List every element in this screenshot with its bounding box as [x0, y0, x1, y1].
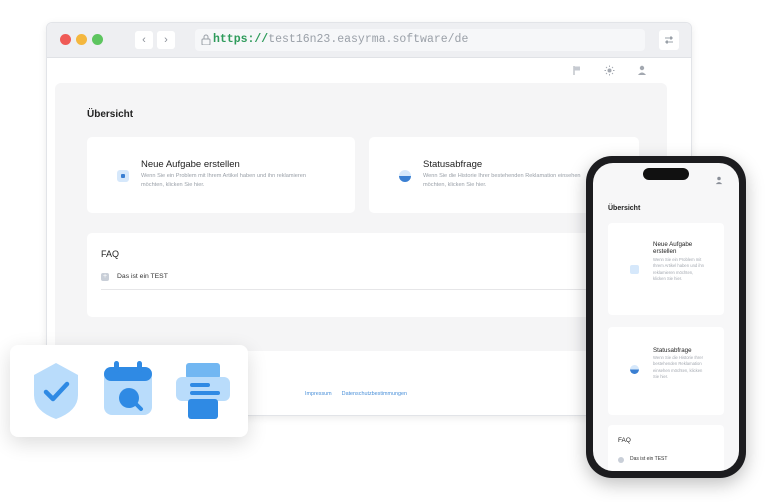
- card-description: Wenn Sie ein Problem mit Ihrem Artikel h…: [141, 173, 306, 188]
- phone-card-title: Neue Aufgabe erstellen: [653, 241, 693, 255]
- datenschutz-link[interactable]: Datenschutzbestimmungen: [342, 391, 407, 397]
- main-content: Übersicht Neue Aufgabe erstellen Wenn Si…: [55, 83, 667, 351]
- maximize-window-dot[interactable]: [92, 34, 103, 45]
- new-task-card[interactable]: Neue Aufgabe erstellen Wenn Sie ein Prob…: [87, 137, 355, 213]
- faq-divider: [101, 289, 601, 290]
- url-protocol: https://: [213, 33, 269, 46]
- expand-plus-icon[interactable]: [618, 457, 624, 463]
- expand-plus-icon[interactable]: +: [101, 273, 109, 281]
- phone-card-description: Wenn Sie die Historie Ihrer bestehenden …: [653, 355, 703, 380]
- phone-screen: Übersicht Neue Aufgabe erstellen Wenn Si…: [593, 163, 739, 471]
- lock-icon: [201, 34, 211, 45]
- plus-square-icon: [630, 265, 639, 274]
- faq-title: FAQ: [101, 249, 120, 259]
- phone-card-title: Statusabfrage: [653, 347, 692, 354]
- back-button[interactable]: ‹: [135, 31, 153, 49]
- impressum-link[interactable]: Impressum: [305, 391, 332, 397]
- phone-status-card[interactable]: Statusabfrage Wenn Sie die Historie Ihre…: [608, 327, 724, 415]
- phone-notch: [643, 168, 689, 180]
- settings-sliders-icon[interactable]: [659, 30, 679, 50]
- close-window-dot[interactable]: [60, 34, 71, 45]
- flag-icon[interactable]: [572, 65, 582, 76]
- phone-faq-question[interactable]: Das ist ein TEST: [630, 456, 667, 462]
- plus-square-icon: [117, 170, 129, 182]
- phone-faq-section: FAQ Das ist ein TEST: [608, 425, 724, 471]
- phone-page-title: Übersicht: [608, 205, 641, 212]
- header-actions: [572, 65, 647, 76]
- user-icon[interactable]: [715, 176, 723, 185]
- feature-icons-panel: [10, 345, 248, 437]
- user-icon[interactable]: [637, 65, 647, 76]
- phone-card-description: Wenn Sie ein Problem mit Ihrem Artikel h…: [653, 257, 704, 282]
- sun-icon[interactable]: [604, 65, 615, 76]
- calendar-chat-icon: [104, 361, 152, 415]
- minimize-window-dot[interactable]: [76, 34, 87, 45]
- footer-links: Impressum Datenschutzbestimmungen: [305, 391, 407, 397]
- half-circle-icon: [399, 170, 411, 182]
- half-circle-icon: [630, 365, 639, 374]
- printer-icon: [176, 363, 230, 419]
- page-title: Übersicht: [87, 109, 134, 120]
- forward-button[interactable]: ›: [157, 31, 175, 49]
- phone-faq-title: FAQ: [618, 437, 631, 444]
- shield-check-icon: [34, 363, 78, 419]
- faq-section: FAQ + Das ist ein TEST: [87, 233, 647, 317]
- browser-titlebar: ‹ › https://test16n23.easyrma.software/d…: [47, 23, 691, 58]
- faq-question[interactable]: Das ist ein TEST: [117, 273, 168, 280]
- card-title: Neue Aufgabe erstellen: [141, 159, 240, 170]
- phone-mockup: Übersicht Neue Aufgabe erstellen Wenn Si…: [586, 156, 746, 478]
- url-text: test16n23.easyrma.software/de: [268, 33, 469, 46]
- address-bar[interactable]: https://test16n23.easyrma.software/de: [195, 29, 645, 51]
- card-description: Wenn Sie die Historie Ihrer bestehenden …: [423, 173, 581, 188]
- phone-new-task-card[interactable]: Neue Aufgabe erstellen Wenn Sie ein Prob…: [608, 223, 724, 315]
- card-title: Statusabfrage: [423, 159, 483, 170]
